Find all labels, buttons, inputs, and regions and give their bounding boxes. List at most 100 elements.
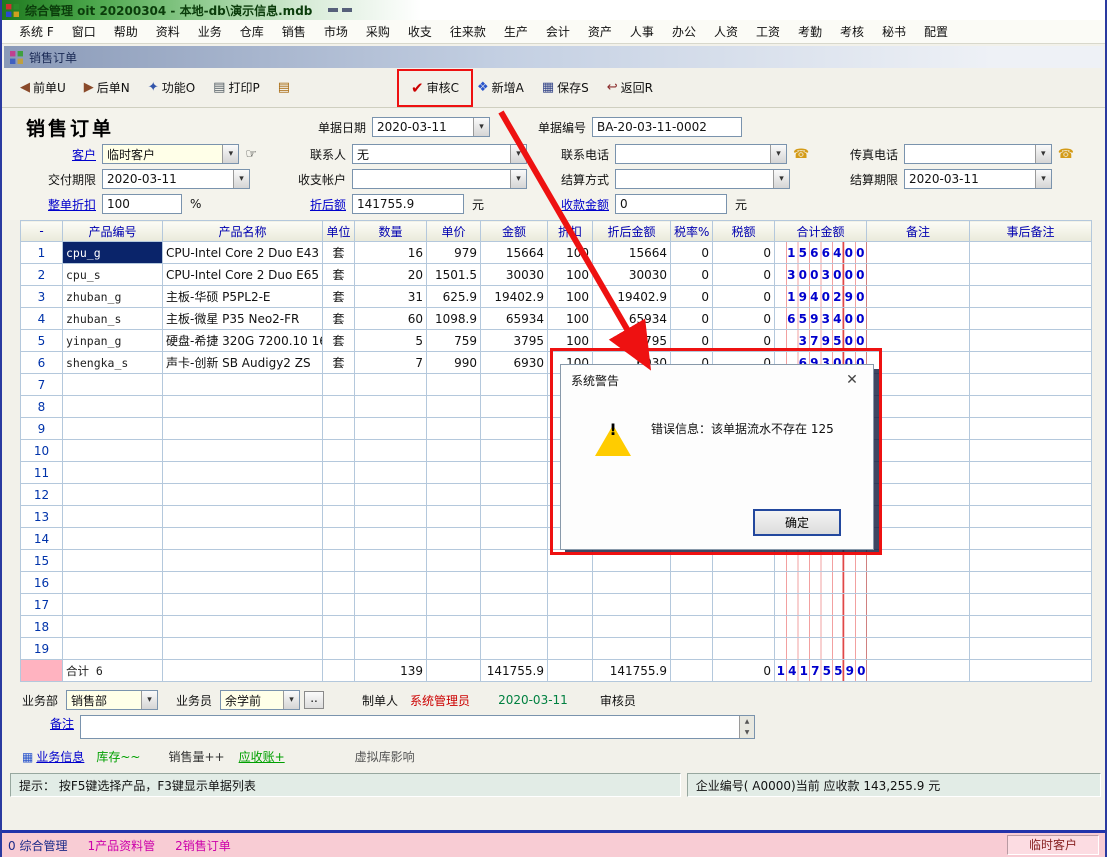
whole-discount-input[interactable]: 100	[102, 194, 182, 214]
grid-cell[interactable]	[427, 506, 481, 528]
grid-cell[interactable]: 0	[713, 286, 775, 308]
grid-cell[interactable]	[867, 506, 970, 528]
grid-cell[interactable]	[323, 484, 355, 506]
grid-cell[interactable]: 6593400	[775, 308, 867, 330]
column-header[interactable]: -	[21, 221, 63, 242]
column-header[interactable]: 单位	[323, 221, 355, 242]
grid-cell[interactable]: 0	[713, 330, 775, 352]
grid-cell[interactable]	[481, 528, 548, 550]
grid-cell[interactable]: CPU-Intel Core 2 Duo E65	[163, 264, 323, 286]
grid-cell[interactable]: 合计 6	[63, 660, 163, 682]
grid-cell[interactable]: 硬盘-希捷 320G 7200.10 16	[163, 330, 323, 352]
toolbar-button-prev-doc[interactable]: ◀前单U	[14, 75, 72, 100]
grid-cell[interactable]	[323, 594, 355, 616]
chevron-down-icon[interactable]: ▾	[141, 691, 157, 709]
grid-cell[interactable]: cpu_s	[63, 264, 163, 286]
chevron-down-icon[interactable]: ▾	[1035, 145, 1051, 163]
grid-cell[interactable]	[867, 374, 970, 396]
column-header[interactable]: 折扣	[548, 221, 593, 242]
grid-cell[interactable]	[427, 440, 481, 462]
chevron-down-icon[interactable]: ▾	[283, 691, 299, 709]
settle-method-combo[interactable]: ▾	[615, 169, 790, 189]
grid-cell[interactable]	[63, 506, 163, 528]
grid-cell[interactable]	[63, 396, 163, 418]
menu-item[interactable]: 资产	[579, 21, 621, 42]
grid-cell[interactable]: 套	[323, 264, 355, 286]
column-header[interactable]: 金额	[481, 221, 548, 242]
grid-cell[interactable]: 0	[713, 308, 775, 330]
ok-button[interactable]: 确定	[753, 509, 841, 536]
grid-cell[interactable]: 100	[548, 242, 593, 264]
grid-cell[interactable]: 1566400	[775, 242, 867, 264]
row-number-cell[interactable]: 6	[21, 352, 63, 374]
grid-cell[interactable]	[713, 638, 775, 660]
row-number-cell[interactable]: 9	[21, 418, 63, 440]
grid-cell[interactable]	[163, 484, 323, 506]
grid-cell[interactable]	[427, 594, 481, 616]
grid-cell[interactable]: 100	[548, 330, 593, 352]
toolbar-button-audit-check[interactable]: ✔审核C	[405, 75, 465, 101]
pick-customer-icon[interactable]: ☞	[245, 147, 257, 162]
grid-cell[interactable]	[323, 462, 355, 484]
grid-cell[interactable]	[867, 660, 970, 682]
grid-cell[interactable]: 139	[355, 660, 427, 682]
contact-combo[interactable]: 无 ▾	[352, 144, 527, 164]
grid-cell[interactable]	[970, 594, 1092, 616]
column-header[interactable]: 数量	[355, 221, 427, 242]
taskbar-item[interactable]: 1产品资料管	[87, 837, 155, 854]
row-number-cell[interactable]: 5	[21, 330, 63, 352]
fax-combo[interactable]: ▾	[904, 144, 1052, 164]
grid-cell[interactable]: 100	[548, 308, 593, 330]
grid-cell[interactable]: 6930	[481, 352, 548, 374]
grid-cell[interactable]	[163, 660, 323, 682]
after-discount-input[interactable]: 141755.9	[352, 194, 464, 214]
row-number-cell[interactable]: 8	[21, 396, 63, 418]
column-header[interactable]: 事后备注	[970, 221, 1092, 242]
grid-cell[interactable]	[355, 550, 427, 572]
grid-cell[interactable]	[867, 396, 970, 418]
grid-cell[interactable]: 0	[671, 264, 713, 286]
grid-cell[interactable]: 16	[355, 242, 427, 264]
grid-cell[interactable]	[163, 374, 323, 396]
toolbar-button-print[interactable]: ▤打印P	[207, 75, 266, 100]
grid-cell[interactable]	[867, 352, 970, 374]
grid-cell[interactable]	[63, 550, 163, 572]
grid-cell[interactable]	[548, 638, 593, 660]
menu-item[interactable]: 人事	[621, 21, 663, 42]
grid-cell[interactable]	[323, 374, 355, 396]
footer-link[interactable]: 应收账+	[239, 748, 285, 765]
grid-cell[interactable]	[970, 286, 1092, 308]
menu-item[interactable]: 资料	[147, 21, 189, 42]
menu-item[interactable]: 生产	[495, 21, 537, 42]
grid-cell[interactable]: 0	[671, 330, 713, 352]
grid-cell[interactable]	[323, 616, 355, 638]
grid-cell[interactable]	[163, 462, 323, 484]
grid-cell[interactable]	[163, 418, 323, 440]
grid-cell[interactable]	[671, 660, 713, 682]
received-amount-label[interactable]: 收款金额	[530, 196, 615, 213]
grid-cell[interactable]	[63, 616, 163, 638]
salesman-combo[interactable]: 余学前 ▾	[220, 690, 300, 710]
grid-cell[interactable]	[775, 550, 867, 572]
settle-term-picker[interactable]: 2020-03-11 ▾	[904, 169, 1052, 189]
taskbar-item[interactable]: 2销售订单	[175, 837, 231, 854]
grid-cell[interactable]	[355, 396, 427, 418]
grid-cell[interactable]	[970, 528, 1092, 550]
phone-combo[interactable]: ▾	[615, 144, 787, 164]
grid-cell[interactable]	[970, 374, 1092, 396]
grid-cell[interactable]	[970, 638, 1092, 660]
row-number-cell[interactable]	[21, 660, 63, 682]
grid-cell[interactable]	[427, 572, 481, 594]
grid-cell[interactable]	[163, 506, 323, 528]
grid-cell[interactable]	[970, 616, 1092, 638]
grid-cell[interactable]	[593, 594, 671, 616]
grid-cell[interactable]: 声卡-创新 SB Audigy2 ZS	[163, 352, 323, 374]
row-number-cell[interactable]: 1	[21, 242, 63, 264]
grid-cell[interactable]: 979	[427, 242, 481, 264]
calendar-dropdown-icon[interactable]: ▾	[1035, 170, 1051, 188]
grid-cell[interactable]: 990	[427, 352, 481, 374]
grid-cell[interactable]	[427, 638, 481, 660]
window-controls[interactable]	[328, 8, 352, 12]
grid-cell[interactable]	[63, 572, 163, 594]
grid-cell[interactable]	[713, 572, 775, 594]
